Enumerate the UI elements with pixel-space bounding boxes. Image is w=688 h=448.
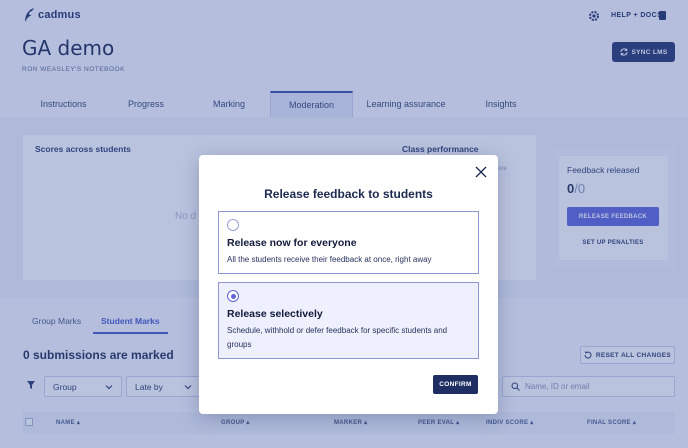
- modal-title: Release feedback to students: [264, 187, 433, 201]
- option-release-selectively-description: Schedule, withhold or defer feedback for…: [227, 326, 448, 349]
- release-feedback-modal: Release feedback to students Release now…: [199, 155, 498, 414]
- radio-release-selectively[interactable]: [227, 290, 239, 302]
- radio-release-now[interactable]: [227, 219, 239, 231]
- close-icon[interactable]: [475, 166, 487, 178]
- confirm-button[interactable]: CONFIRM: [433, 375, 478, 394]
- option-release-selectively-label: Release selectively: [227, 308, 323, 320]
- option-release-now-description: All the students receive their feedback …: [227, 255, 432, 264]
- option-release-selectively[interactable]: Release selectively Schedule, withhold o…: [218, 282, 479, 359]
- option-release-now[interactable]: Release now for everyone All the student…: [218, 211, 479, 274]
- option-release-now-label: Release now for everyone: [227, 237, 357, 249]
